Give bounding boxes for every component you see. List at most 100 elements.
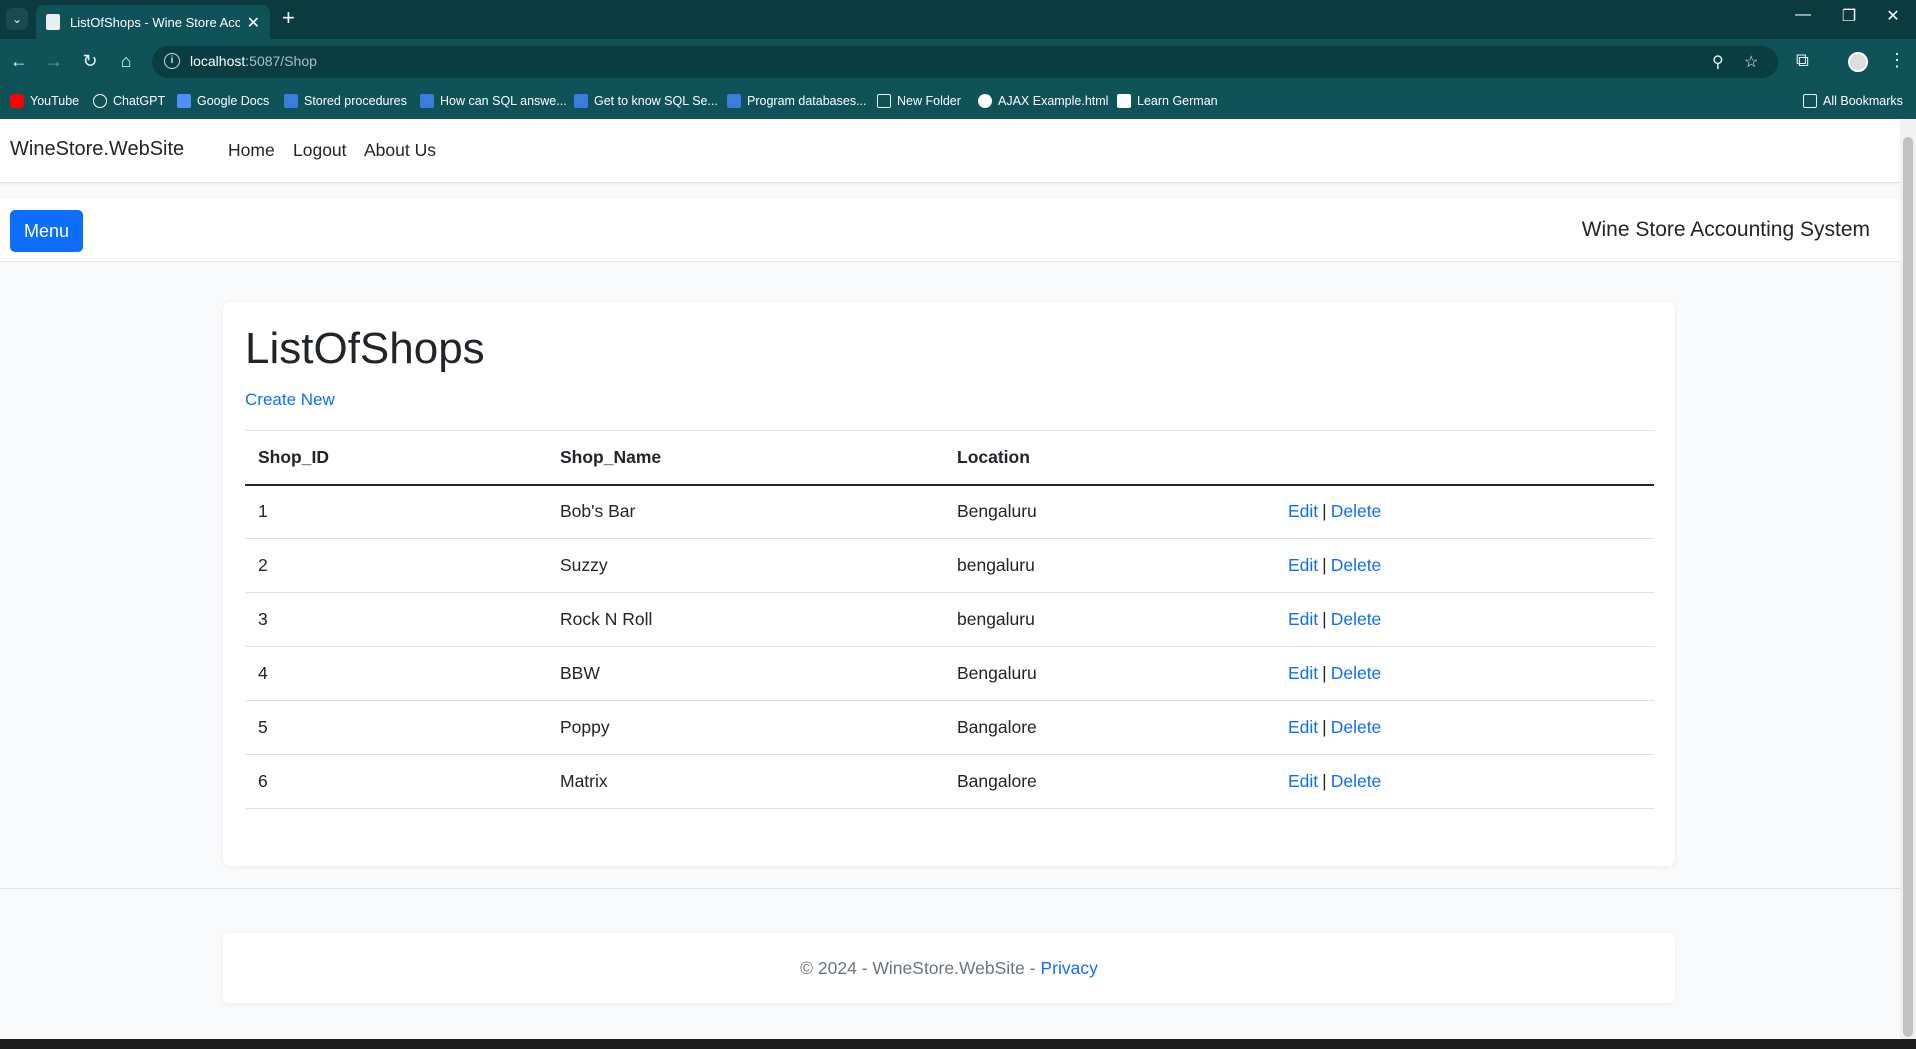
column-header-location: Location <box>944 430 1275 486</box>
restore-window-icon[interactable]: ❐ <box>1826 6 1872 26</box>
bookmark-youtube[interactable]: YouTube <box>10 94 79 108</box>
cell-shop-id: 6 <box>245 754 547 809</box>
privacy-link[interactable]: Privacy <box>1040 958 1097 979</box>
action-separator: | <box>1322 609 1327 629</box>
edit-link[interactable]: Edit <box>1288 717 1318 737</box>
bookmark-get-to-know-sql[interactable]: Get to know SQL Se... <box>574 94 718 108</box>
extensions-puzzle-icon[interactable]: ⧉ <box>1796 50 1809 71</box>
system-title: Wine Store Accounting System <box>1581 218 1870 241</box>
site-info-icon[interactable]: i <box>164 53 180 69</box>
cell-location: Bangalore <box>944 700 1275 755</box>
video-icon <box>420 94 434 108</box>
reload-icon[interactable]: ↻ <box>78 50 102 72</box>
menu-bar: Menu Wine Store Accounting System <box>0 199 1900 262</box>
profile-avatar-icon[interactable] <box>1848 52 1868 72</box>
edit-link[interactable]: Edit <box>1288 555 1318 575</box>
cell-shop-id: 1 <box>245 484 547 539</box>
table-row: 5 Poppy Bangalore Edit | Delete <box>245 700 1654 755</box>
table-row: 4 BBW Bengaluru Edit | Delete <box>245 646 1654 701</box>
nav-about-us[interactable]: About Us <box>364 140 436 161</box>
zoom-icon[interactable]: ⚲ <box>1712 52 1724 72</box>
page-title: ListOfShops <box>245 324 485 373</box>
more-menu-icon[interactable]: ⋮ <box>1888 50 1906 71</box>
all-bookmarks[interactable]: All Bookmarks <box>1803 94 1903 108</box>
learn-icon <box>1117 94 1131 108</box>
video-icon <box>574 94 588 108</box>
cell-location: Bengaluru <box>944 484 1275 539</box>
footer-copyright: © 2024 - WineStore.WebSite - <box>800 957 1036 978</box>
delete-link[interactable]: Delete <box>1331 501 1382 521</box>
bookmark-label: YouTube <box>30 94 80 108</box>
site-footer: © 2024 - WineStore.WebSite - Privacy <box>223 933 1675 1003</box>
cell-shop-id: 4 <box>245 646 547 701</box>
youtube-icon <box>10 94 24 108</box>
bookmark-label: Program databases... <box>747 94 867 108</box>
site-brand[interactable]: WineStore.WebSite <box>10 138 184 161</box>
column-header-shop-name: Shop_Name <box>547 430 944 486</box>
menu-button[interactable]: Menu <box>10 210 83 252</box>
edit-link[interactable]: Edit <box>1288 501 1318 521</box>
delete-link[interactable]: Delete <box>1331 771 1382 791</box>
delete-link[interactable]: Delete <box>1331 555 1382 575</box>
edit-link[interactable]: Edit <box>1288 771 1318 791</box>
forward-arrow-icon[interactable]: → <box>42 50 66 72</box>
delete-link[interactable]: Delete <box>1331 717 1382 737</box>
video-icon <box>284 94 298 108</box>
url-host: localhost <box>190 53 246 69</box>
bookmark-program-databases[interactable]: Program databases... <box>727 94 867 108</box>
action-separator: | <box>1322 501 1327 522</box>
action-separator: | <box>1322 717 1327 737</box>
delete-link[interactable]: Delete <box>1331 663 1382 683</box>
browser-tab-active[interactable]: ListOfShops - Wine Store Accounting ✕ <box>36 5 270 39</box>
table-header-row: Shop_ID Shop_Name Location <box>245 430 1654 486</box>
bookmarks-bar: YouTube ChatGPT Google Docs Stored proce… <box>0 85 1916 119</box>
cell-shop-name: BBW <box>547 646 944 701</box>
scrollbar-thumb[interactable] <box>1903 137 1913 1037</box>
create-new-link[interactable]: Create New <box>245 390 335 410</box>
cell-shop-id: 2 <box>245 538 547 593</box>
cell-location: Bangalore <box>944 754 1275 809</box>
minimize-window-icon[interactable]: — <box>1780 6 1826 24</box>
page-viewport: WineStore.WebSite Home Logout About Us M… <box>0 119 1900 1049</box>
bookmark-label: ChatGPT <box>113 94 166 108</box>
address-url[interactable]: localhost:5087/Shop <box>190 53 317 69</box>
back-arrow-icon[interactable]: ← <box>7 50 31 72</box>
new-tab-plus-icon[interactable]: + <box>282 6 295 30</box>
home-icon[interactable]: ⌂ <box>114 50 138 72</box>
site-navbar: WineStore.WebSite Home Logout About Us <box>0 119 1900 183</box>
address-bar[interactable]: i localhost:5087/Shop ⚲ ☆ <box>152 46 1778 78</box>
edit-link[interactable]: Edit <box>1288 663 1318 683</box>
close-window-icon[interactable]: ✕ <box>1870 6 1916 26</box>
bookmark-google-docs[interactable]: Google Docs <box>177 94 269 108</box>
bookmark-chatgpt[interactable]: ChatGPT <box>93 94 165 108</box>
nav-home[interactable]: Home <box>228 140 275 161</box>
bookmark-ajax-example[interactable]: AJAX Example.html <box>978 94 1108 108</box>
folder-icon <box>1803 94 1817 108</box>
video-icon <box>727 94 741 108</box>
bookmark-new-folder[interactable]: New Folder <box>877 94 961 108</box>
cell-shop-name: Suzzy <box>547 538 944 593</box>
bookmark-label: Stored procedures <box>304 94 407 108</box>
edit-link[interactable]: Edit <box>1288 609 1318 629</box>
cell-shop-name: Poppy <box>547 700 944 755</box>
nav-logout[interactable]: Logout <box>293 140 347 161</box>
footer-divider <box>0 888 1900 889</box>
bookmark-label: Get to know SQL Se... <box>594 94 718 108</box>
table-row: 6 Matrix Bangalore Edit | Delete <box>245 754 1654 809</box>
bookmark-learn-german[interactable]: Learn German <box>1117 94 1218 108</box>
bookmark-star-icon[interactable]: ☆ <box>1744 52 1758 72</box>
delete-link[interactable]: Delete <box>1331 609 1382 629</box>
cell-actions: Edit | Delete <box>1275 484 1654 539</box>
bookmark-how-can-sql[interactable]: How can SQL answe... <box>420 94 567 108</box>
cell-actions: Edit | Delete <box>1275 538 1654 593</box>
close-tab-icon[interactable]: ✕ <box>247 13 260 33</box>
cell-shop-name: Bob's Bar <box>547 484 944 539</box>
table-row: 2 Suzzy bengaluru Edit | Delete <box>245 538 1654 593</box>
bookmark-stored-procedures[interactable]: Stored procedures <box>284 94 407 108</box>
tab-search-chevron-icon[interactable]: ⌄ <box>6 8 28 30</box>
bookmark-label: How can SQL answe... <box>440 94 567 108</box>
cell-location: Bengaluru <box>944 646 1275 701</box>
cell-shop-name: Matrix <box>547 754 944 809</box>
cell-shop-id: 3 <box>245 592 547 647</box>
action-separator: | <box>1322 555 1327 575</box>
